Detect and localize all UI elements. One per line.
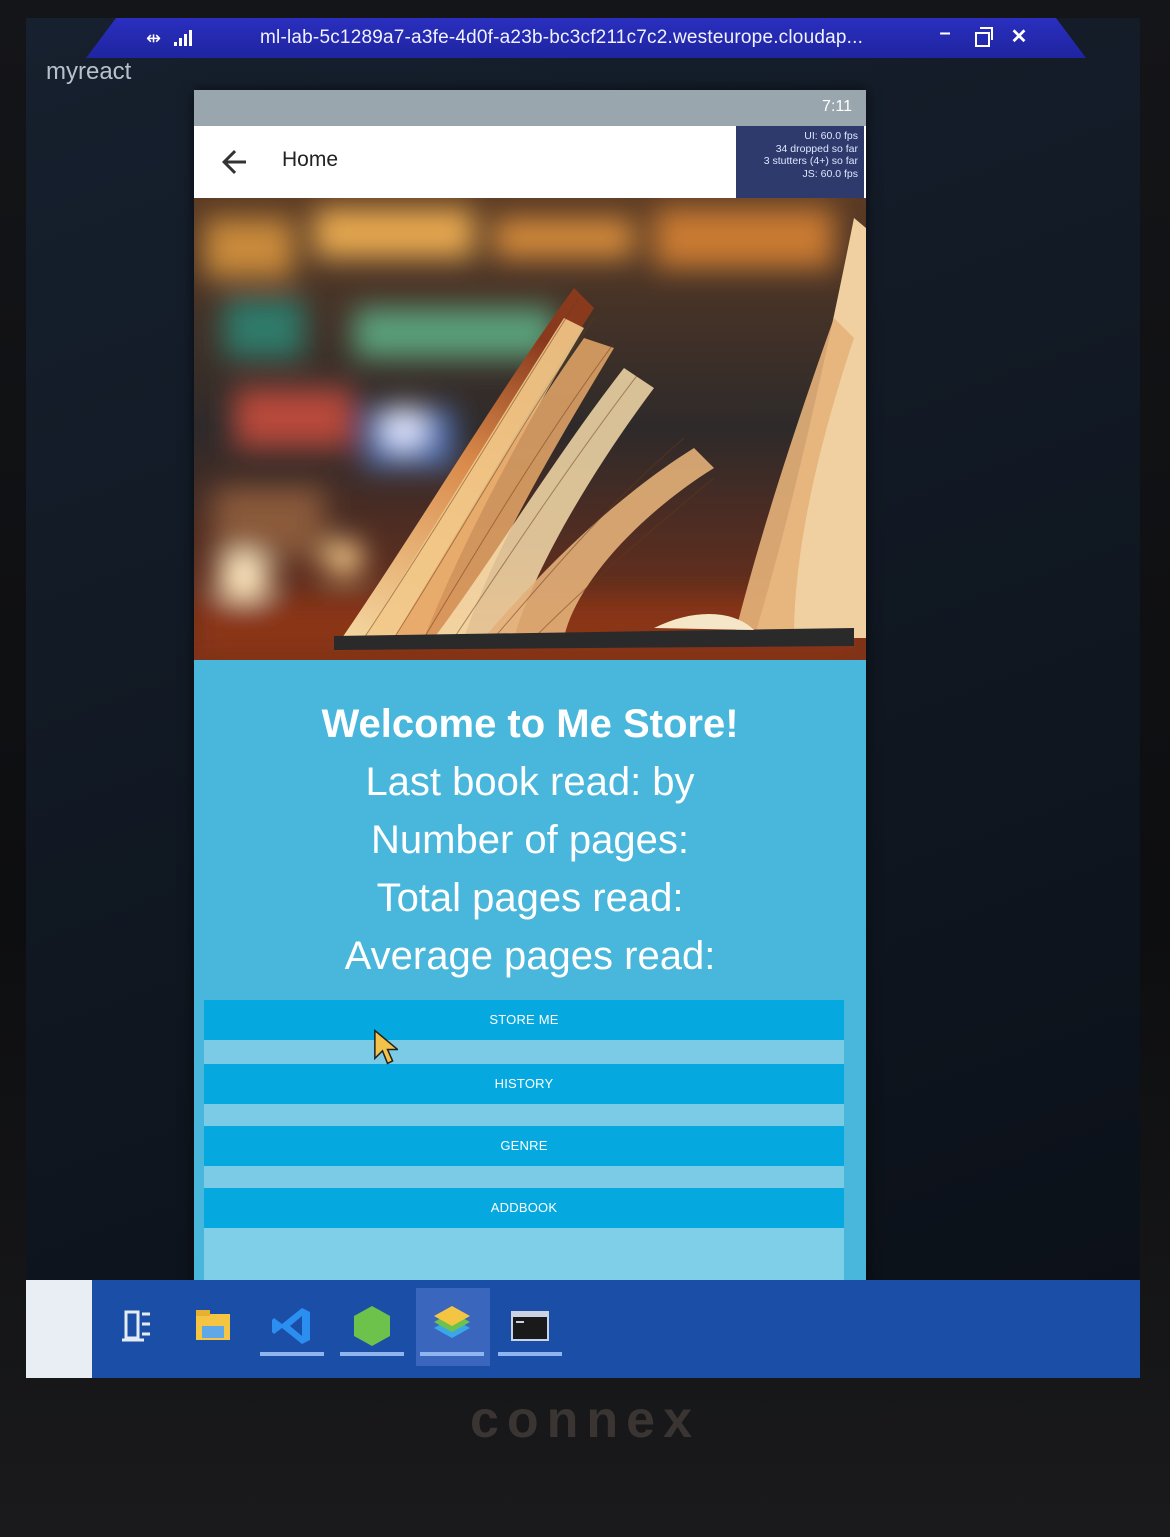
pin-icon[interactable]: ⇹ bbox=[146, 28, 161, 49]
close-icon[interactable]: ✕ bbox=[1006, 24, 1032, 49]
terminal-active-indicator bbox=[498, 1352, 562, 1356]
total-pages-read: Total pages read: bbox=[376, 876, 684, 920]
android-emulator: 7:11 Home UI: 60.0 fps 34 dropped so far… bbox=[194, 90, 866, 1288]
restore-icon[interactable] bbox=[972, 24, 994, 50]
perf-dropped: 34 dropped so far bbox=[775, 142, 858, 155]
minimize-icon[interactable]: – bbox=[932, 22, 958, 45]
home-content: Welcome to Me Store! Last book read: by … bbox=[194, 660, 866, 1288]
button-spacer bbox=[204, 1040, 844, 1064]
remote-connection-bar: ⇹ ml-lab-5c1289a7-a3fe-4d0f-a23b-bc3cf21… bbox=[86, 18, 1086, 58]
vscode-active-indicator bbox=[260, 1352, 324, 1356]
perf-ui-fps: UI: 60.0 fps bbox=[804, 130, 858, 142]
button-spacer bbox=[204, 1104, 844, 1128]
history-button[interactable]: HISTORY bbox=[204, 1064, 844, 1104]
perf-monitor-overlay: UI: 60.0 fps 34 dropped so far 3 stutter… bbox=[736, 126, 864, 198]
welcome-heading: Welcome to Me Store! bbox=[321, 702, 739, 746]
last-book-read: Last book read: by bbox=[365, 760, 695, 804]
nodejs-active-indicator bbox=[340, 1352, 404, 1356]
genre-button[interactable]: GENRE bbox=[204, 1126, 844, 1166]
bluestacks-active-indicator bbox=[420, 1352, 484, 1356]
perf-js-fps: JS: 60.0 fps bbox=[802, 167, 858, 180]
page-title: Home bbox=[282, 148, 339, 171]
remote-desktop-screen: myreact ⇹ ml-lab-5c1289a7-a3fe-4d0f-a23b… bbox=[26, 18, 1140, 1378]
task-view-icon[interactable] bbox=[110, 1298, 166, 1354]
terminal-icon[interactable] bbox=[502, 1298, 558, 1354]
remote-host-title: ml-lab-5c1289a7-a3fe-4d0f-a23b-bc3cf211c… bbox=[260, 27, 864, 48]
arrow-left-icon[interactable] bbox=[216, 144, 252, 180]
taskbar bbox=[26, 1280, 1140, 1378]
hero-book-image bbox=[194, 198, 866, 660]
content-footer-area bbox=[204, 1228, 844, 1288]
signal-icon[interactable] bbox=[174, 30, 196, 46]
desktop-window-label: myreact bbox=[46, 58, 132, 85]
bluestacks-icon[interactable] bbox=[424, 1298, 480, 1354]
app-header: Home UI: 60.0 fps 34 dropped so far 3 st… bbox=[194, 126, 866, 198]
vscode-icon[interactable] bbox=[264, 1298, 320, 1354]
taskbar-search-box[interactable] bbox=[26, 1280, 92, 1378]
mouse-cursor-icon bbox=[374, 1028, 398, 1065]
store-me-button[interactable]: STORE ME bbox=[204, 1000, 844, 1040]
perf-stutters: 3 stutters (4+) so far bbox=[763, 155, 858, 167]
nodejs-icon[interactable] bbox=[344, 1298, 400, 1354]
file-explorer-icon[interactable] bbox=[184, 1298, 240, 1354]
number-of-pages: Number of pages: bbox=[371, 818, 689, 862]
monitor-brand-logo: connex bbox=[469, 1391, 701, 1449]
average-pages-read: Average pages read: bbox=[344, 934, 716, 978]
addbook-button[interactable]: ADDBOOK bbox=[204, 1188, 844, 1228]
button-spacer bbox=[204, 1166, 844, 1190]
status-bar: 7:11 bbox=[194, 90, 866, 126]
monitor: myreact ⇹ ml-lab-5c1289a7-a3fe-4d0f-a23b… bbox=[0, 0, 1170, 1537]
status-time: 7:11 bbox=[822, 98, 852, 115]
